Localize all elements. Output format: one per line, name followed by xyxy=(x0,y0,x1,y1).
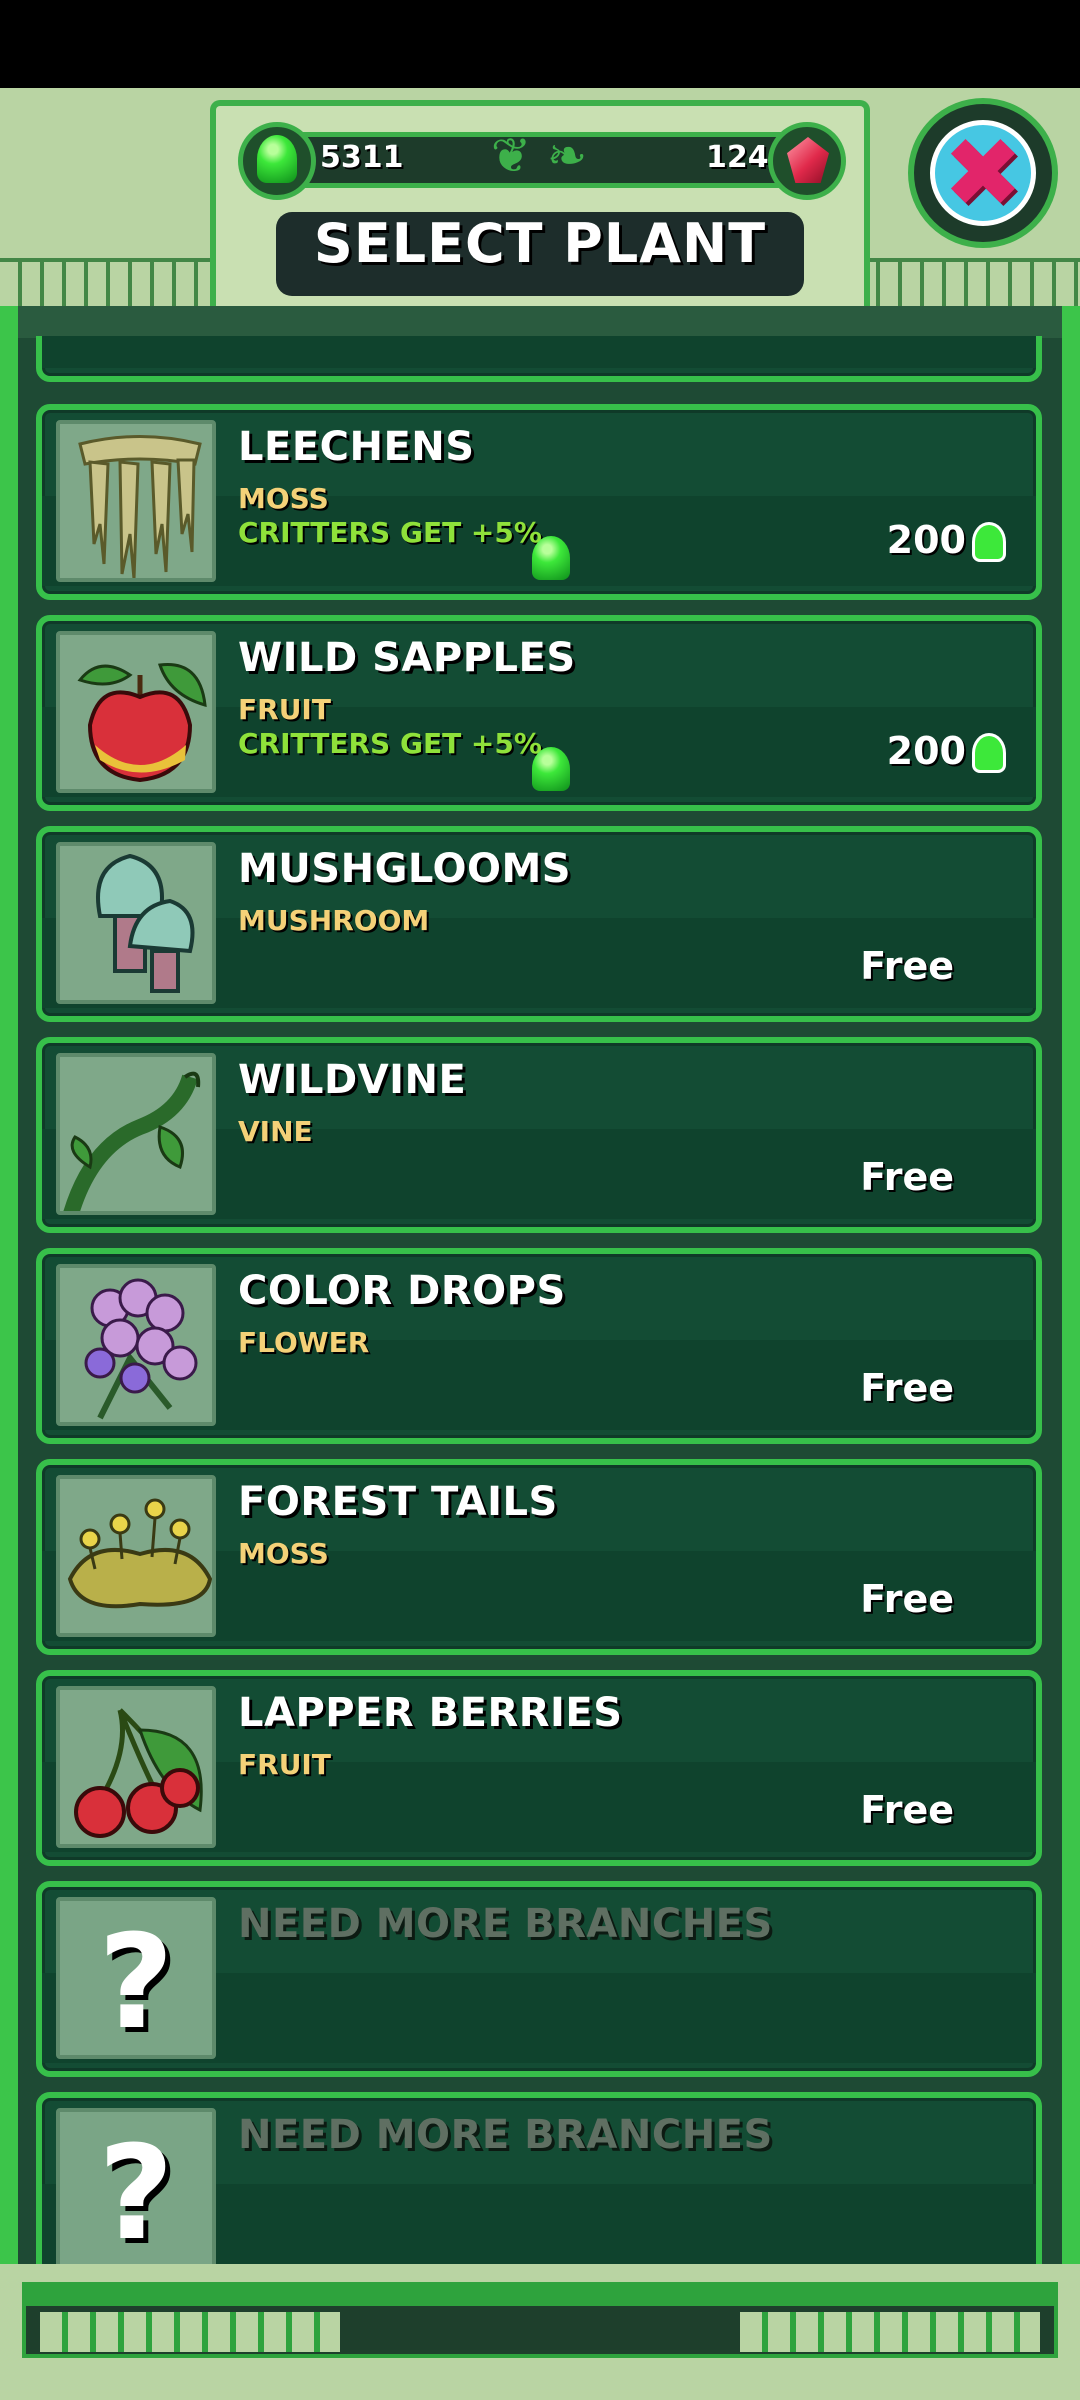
plant-price: 200 xyxy=(886,518,966,562)
seed-gem-icon xyxy=(532,536,570,580)
leaf-ornament-icon: ❧ xyxy=(546,128,588,184)
plant-type: MOSS xyxy=(238,482,329,515)
plant-name: LAPPER BERRIES xyxy=(238,1690,623,1736)
plant-card-locked[interactable]: ? NEED MORE BRANCHES xyxy=(36,2092,1042,2266)
plant-name: MUSHGLOOMS xyxy=(238,846,572,892)
seed-price-icon xyxy=(972,522,1006,562)
mushroom-icon xyxy=(56,842,216,1004)
plant-bonus: CRITTERS GET +5% xyxy=(238,727,542,760)
card-band xyxy=(42,336,1036,368)
flower-icon xyxy=(56,1264,216,1426)
plant-name: WILDVINE xyxy=(238,1057,467,1103)
plant-name: FOREST TAILS xyxy=(238,1479,558,1525)
bottom-bar xyxy=(22,2282,1058,2302)
moss-patch-icon xyxy=(56,1475,216,1637)
plant-name: WILD SAPPLES xyxy=(238,635,576,681)
plant-card-wild-sapples[interactable]: WILD SAPPLES FRUIT CRITTERS GET +5% 200 xyxy=(36,615,1042,811)
seed-gem-icon xyxy=(532,747,570,791)
leaf-ornament-icon: ❦ xyxy=(490,128,532,184)
plant-list-top-edge xyxy=(18,306,1062,338)
plant-type: VINE xyxy=(238,1115,313,1148)
plant-price: Free xyxy=(860,1788,954,1832)
plant-price: Free xyxy=(860,944,954,988)
close-button[interactable]: ✖ xyxy=(908,98,1058,248)
plant-type: FLOWER xyxy=(238,1326,370,1359)
plant-card-locked[interactable]: ? NEED MORE BRANCHES xyxy=(36,1881,1042,2077)
plant-type: MOSS xyxy=(238,1537,329,1570)
bottom-ornament-right xyxy=(740,2312,1040,2352)
plant-type: MUSHROOM xyxy=(238,904,430,937)
seed-price-icon xyxy=(972,733,1006,773)
plant-price: Free xyxy=(860,1155,954,1199)
plant-bonus: CRITTERS GET +5% xyxy=(238,516,542,549)
plant-price: 200 xyxy=(886,729,966,773)
gem-currency-icon xyxy=(768,122,846,200)
plant-card-lapper-berries[interactable]: LAPPER BERRIES FRUIT Free xyxy=(36,1670,1042,1866)
plant-price: Free xyxy=(860,1366,954,1410)
cherries-icon xyxy=(56,1686,216,1848)
plant-card-color-drops[interactable]: COLOR DROPS FLOWER Free xyxy=(36,1248,1042,1444)
gem-currency-count: 124 xyxy=(706,140,769,175)
plant-card-leechens[interactable]: LEECHENS MOSS CRITTERS GET +5% 200 xyxy=(36,404,1042,600)
plant-card-forest-tails[interactable]: FOREST TAILS MOSS Free xyxy=(36,1459,1042,1655)
plant-card-mushglooms[interactable]: MUSHGLOOMS MUSHROOM Free xyxy=(36,826,1042,1022)
page-title: SELECT PLANT xyxy=(313,212,767,275)
seed-currency-icon xyxy=(238,122,316,200)
plant-type: FRUIT xyxy=(238,693,331,726)
seed-currency-count: 5311 xyxy=(320,140,404,175)
hanging-moss-icon xyxy=(56,420,216,582)
apple-icon xyxy=(56,631,216,793)
plant-card-wildvine[interactable]: WILDVINE VINE Free xyxy=(36,1037,1042,1233)
plant-name: COLOR DROPS xyxy=(238,1268,566,1314)
question-mark-glyph: ? xyxy=(98,2117,174,2266)
question-mark-icon: ? xyxy=(56,2108,216,2266)
plant-name: NEED MORE BRANCHES xyxy=(238,1901,773,1947)
question-mark-icon: ? xyxy=(56,1897,216,2059)
plant-list[interactable]: LEECHENS MOSS CRITTERS GET +5% 200 WILD … xyxy=(22,336,1058,2266)
close-button-face: ✖ xyxy=(930,120,1036,226)
plant-card-partial[interactable] xyxy=(36,336,1042,382)
vine-icon xyxy=(56,1053,216,1215)
plant-type: FRUIT xyxy=(238,1748,331,1781)
plant-name: NEED MORE BRANCHES xyxy=(238,2112,773,2158)
plant-price: Free xyxy=(860,1577,954,1621)
question-mark-glyph: ? xyxy=(98,1906,174,2058)
plant-name: LEECHENS xyxy=(238,424,475,470)
status-bar xyxy=(0,0,1080,88)
close-x-icon: ✖ xyxy=(942,117,1024,229)
bottom-ornament-left xyxy=(40,2312,340,2352)
